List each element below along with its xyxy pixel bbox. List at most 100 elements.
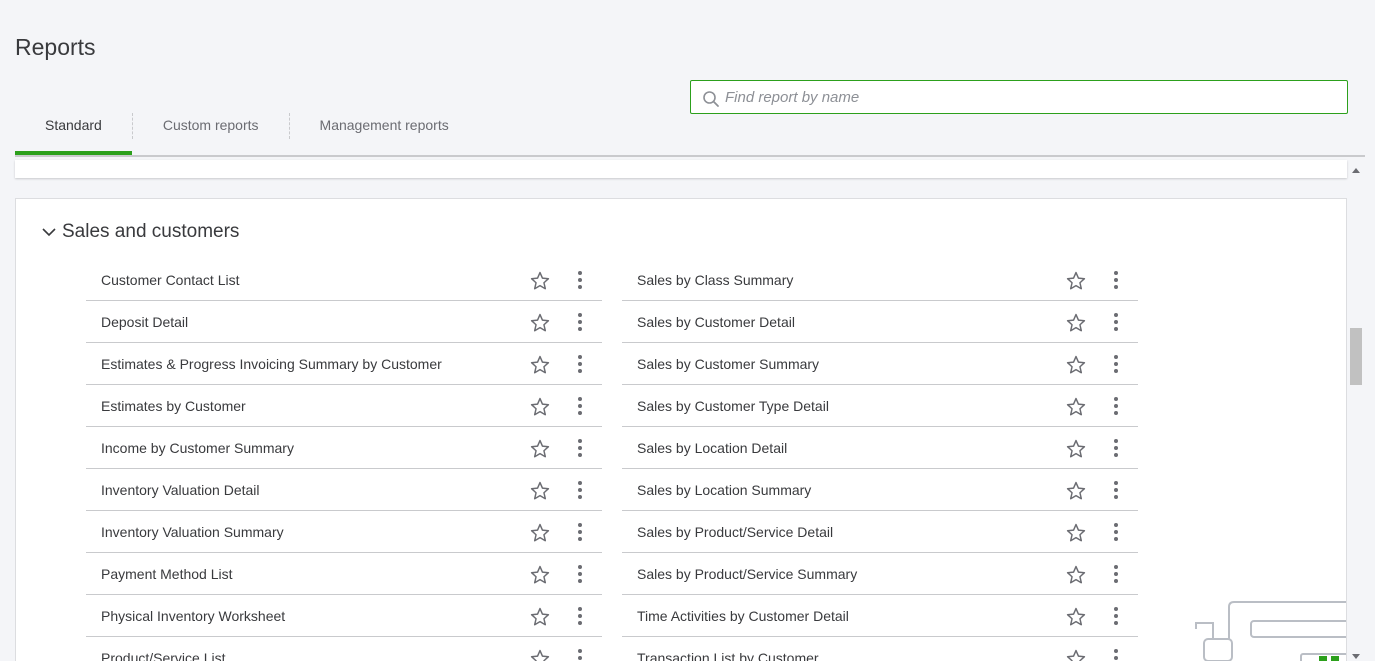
reports-page: Reports Standard Custom reports Manageme… <box>0 0 1375 661</box>
more-options-icon[interactable] <box>1107 269 1125 291</box>
tab-custom-reports[interactable]: Custom reports <box>133 102 289 147</box>
more-options-icon[interactable] <box>571 605 589 627</box>
section-toggle[interactable]: Sales and customers <box>40 221 239 243</box>
favorite-star-icon[interactable] <box>529 312 551 334</box>
chevron-down-icon <box>40 223 58 241</box>
favorite-star-icon[interactable] <box>529 564 551 586</box>
tab-standard[interactable]: Standard <box>15 102 132 155</box>
scrollbar-thumb[interactable] <box>1350 328 1362 385</box>
more-options-icon[interactable] <box>571 353 589 375</box>
report-link[interactable]: Product/Service List <box>101 650 226 661</box>
report-link[interactable]: Sales by Product/Service Summary <box>637 566 857 582</box>
more-options-icon[interactable] <box>571 647 589 661</box>
favorite-star-icon[interactable] <box>529 480 551 502</box>
sales-and-customers-section: Sales and customers Customer Contact Lis… <box>15 198 1347 661</box>
report-row: Estimates by Customer <box>86 385 602 427</box>
favorite-star-icon[interactable] <box>529 606 551 628</box>
more-options-icon[interactable] <box>1107 563 1125 585</box>
favorite-star-icon[interactable] <box>1065 396 1087 418</box>
report-row: Income by Customer Summary <box>86 427 602 469</box>
more-options-icon[interactable] <box>571 521 589 543</box>
report-row: Sales by Product/Service Summary <box>622 553 1138 595</box>
report-row: Sales by Location Summary <box>622 469 1138 511</box>
report-row: Estimates & Progress Invoicing Summary b… <box>86 343 602 385</box>
search-icon <box>702 90 720 108</box>
report-link[interactable]: Customer Contact List <box>101 272 240 288</box>
more-options-icon[interactable] <box>1107 647 1125 661</box>
favorite-star-icon[interactable] <box>1065 354 1087 376</box>
report-link[interactable]: Sales by Product/Service Detail <box>637 524 833 540</box>
more-options-icon[interactable] <box>1107 311 1125 333</box>
report-link[interactable]: Sales by Customer Summary <box>637 356 819 372</box>
report-link[interactable]: Sales by Location Detail <box>637 440 787 456</box>
report-link[interactable]: Inventory Valuation Detail <box>101 482 260 498</box>
report-link[interactable]: Physical Inventory Worksheet <box>101 608 285 624</box>
report-link[interactable]: Inventory Valuation Summary <box>101 524 284 540</box>
more-options-icon[interactable] <box>1107 521 1125 543</box>
report-row: Transaction List by Customer <box>622 637 1138 661</box>
favorite-star-icon[interactable] <box>1065 648 1087 661</box>
favorite-star-icon[interactable] <box>1065 312 1087 334</box>
favorite-star-icon[interactable] <box>1065 564 1087 586</box>
report-list-left: Customer Contact List Deposit Detail Estim… <box>86 259 602 661</box>
report-row: Sales by Customer Type Detail <box>622 385 1138 427</box>
report-link[interactable]: Payment Method List <box>101 566 233 582</box>
report-row: Inventory Valuation Summary <box>86 511 602 553</box>
more-options-icon[interactable] <box>1107 353 1125 375</box>
more-options-icon[interactable] <box>571 269 589 291</box>
report-row: Sales by Class Summary <box>622 259 1138 301</box>
section-title: Sales and customers <box>62 221 240 242</box>
report-link[interactable]: Income by Customer Summary <box>101 440 294 456</box>
favorite-star-icon[interactable] <box>529 354 551 376</box>
more-options-icon[interactable] <box>1107 437 1125 459</box>
more-options-icon[interactable] <box>571 563 589 585</box>
favorite-star-icon[interactable] <box>1065 438 1087 460</box>
report-link[interactable]: Sales by Class Summary <box>637 272 793 288</box>
more-options-icon[interactable] <box>571 437 589 459</box>
report-search-box[interactable] <box>690 80 1348 114</box>
favorite-star-icon[interactable] <box>529 648 551 661</box>
more-options-icon[interactable] <box>1107 605 1125 627</box>
favorite-star-icon[interactable] <box>529 396 551 418</box>
report-link[interactable]: Sales by Location Summary <box>637 482 811 498</box>
favorite-star-icon[interactable] <box>1065 480 1087 502</box>
report-link[interactable]: Time Activities by Customer Detail <box>637 608 849 624</box>
report-link[interactable]: Estimates & Progress Invoicing Summary b… <box>101 356 442 372</box>
report-row: Sales by Customer Detail <box>622 301 1138 343</box>
more-options-icon[interactable] <box>571 311 589 333</box>
tab-management-reports[interactable]: Management reports <box>290 102 479 147</box>
scroll-up-arrow-icon[interactable] <box>1352 168 1360 173</box>
favorite-star-icon[interactable] <box>529 522 551 544</box>
favorite-star-icon[interactable] <box>1065 270 1087 292</box>
report-list-right: Sales by Class Summary Sales by Customer … <box>622 259 1138 661</box>
report-link[interactable]: Transaction List by Customer <box>637 650 819 661</box>
report-row: Sales by Product/Service Detail <box>622 511 1138 553</box>
report-link[interactable]: Deposit Detail <box>101 314 188 330</box>
report-row: Physical Inventory Worksheet <box>86 595 602 637</box>
page-scrollbar[interactable] <box>1349 160 1363 661</box>
report-row: Sales by Location Detail <box>622 427 1138 469</box>
report-row: Sales by Customer Summary <box>622 343 1138 385</box>
more-options-icon[interactable] <box>571 479 589 501</box>
favorite-star-icon[interactable] <box>529 270 551 292</box>
report-row: Payment Method List <box>86 553 602 595</box>
more-options-icon[interactable] <box>1107 479 1125 501</box>
report-row: Time Activities by Customer Detail <box>622 595 1138 637</box>
favorite-star-icon[interactable] <box>1065 522 1087 544</box>
report-row: Deposit Detail <box>86 301 602 343</box>
more-options-icon[interactable] <box>571 395 589 417</box>
tabs-underline-divider <box>15 155 1365 157</box>
report-link[interactable]: Sales by Customer Type Detail <box>637 398 829 414</box>
report-row: Inventory Valuation Detail <box>86 469 602 511</box>
more-options-icon[interactable] <box>1107 395 1125 417</box>
favorite-star-icon[interactable] <box>1065 606 1087 628</box>
scroll-down-arrow-icon[interactable] <box>1352 654 1360 659</box>
report-link[interactable]: Sales by Customer Detail <box>637 314 795 330</box>
page-title: Reports <box>15 34 96 60</box>
search-input[interactable] <box>725 81 1325 113</box>
report-link[interactable]: Estimates by Customer <box>101 398 246 414</box>
report-tabs: Standard Custom reports Management repor… <box>15 102 479 155</box>
report-row: Product/Service List <box>86 637 602 661</box>
favorite-star-icon[interactable] <box>529 438 551 460</box>
collapsed-section-card <box>15 160 1347 178</box>
